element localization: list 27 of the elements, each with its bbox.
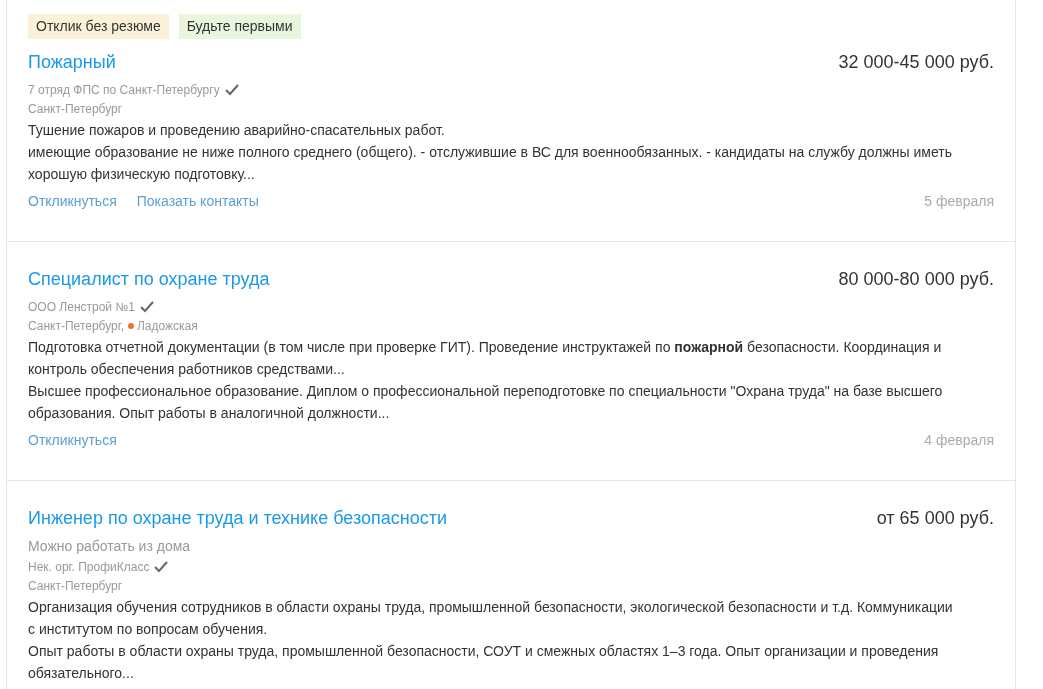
remote-note: Можно работать из дома: [28, 537, 192, 556]
company-name: 7 отряд ФПС по Санкт-Петербургу: [28, 82, 220, 99]
requirements-text: имеющие образование не ниже полного среднего (общего). - отслужившие в ВС для военнообязанных. - кандидаты на службу должны иметь хорошую физическую подготовку...: [28, 143, 953, 184]
city: Санкт-Петербург: [28, 101, 123, 118]
requirements-text: Высшее профессиональное образование. Диплом о профессиональной переподготовке по специальности "Охрана труда" на базе высшего образования. Опыт работы в аналогичной должности...: [28, 382, 944, 423]
action-link[interactable]: Показать контакты: [136, 191, 259, 211]
responsibilities-text: Подготовка отчетной документации (в том числе при проверке ГИТ). Проведение инструктажей по пожарной безопасности. Координация и контроль обеспечения работников средствами...: [28, 338, 943, 379]
action-link[interactable]: Откликнуться: [28, 430, 117, 450]
tag: Будьте первыми: [178, 14, 301, 39]
salary: 32 000-45 000 руб.: [838, 51, 994, 74]
salary: 80 000-80 000 руб.: [838, 268, 994, 291]
salary: от 65 000 руб.: [876, 507, 994, 530]
publish-date: 4 февраля: [924, 431, 994, 450]
responsibilities-text: Тушение пожаров и проведению аварийно-спасательных работ.: [28, 121, 446, 140]
vacancy-title-link[interactable]: Пожарный: [28, 49, 116, 75]
vacancy-title-link[interactable]: Специалист по охране труда: [28, 266, 270, 292]
company-name: ООО Ленстрой №1: [28, 299, 135, 316]
metro-station: Ладожская: [137, 318, 198, 335]
tag: Отклик без резюме: [28, 14, 169, 39]
company-name: Нек. орг. ПрофиКласс: [28, 559, 150, 576]
publish-date: 5 февраля: [924, 192, 994, 211]
vacancy-title-link[interactable]: Инженер по охране труда и технике безопасности: [28, 505, 447, 531]
responsibilities-text: Организация обучения сотрудников в области охраны труда, промышленной безопасности, экологической безопасности и т.д. Коммуникации с институтом по вопросам обучения.: [28, 598, 954, 639]
action-link[interactable]: Откликнуться: [28, 191, 117, 211]
city: Санкт-Петербург,: [28, 318, 124, 335]
requirements-text: Опыт работы в области охраны труда, промышленной безопасности, СОУТ и смежных областях 1–3 года. Опыт организации и проведения обязательного...: [28, 642, 940, 683]
city: Санкт-Петербург: [28, 578, 123, 595]
